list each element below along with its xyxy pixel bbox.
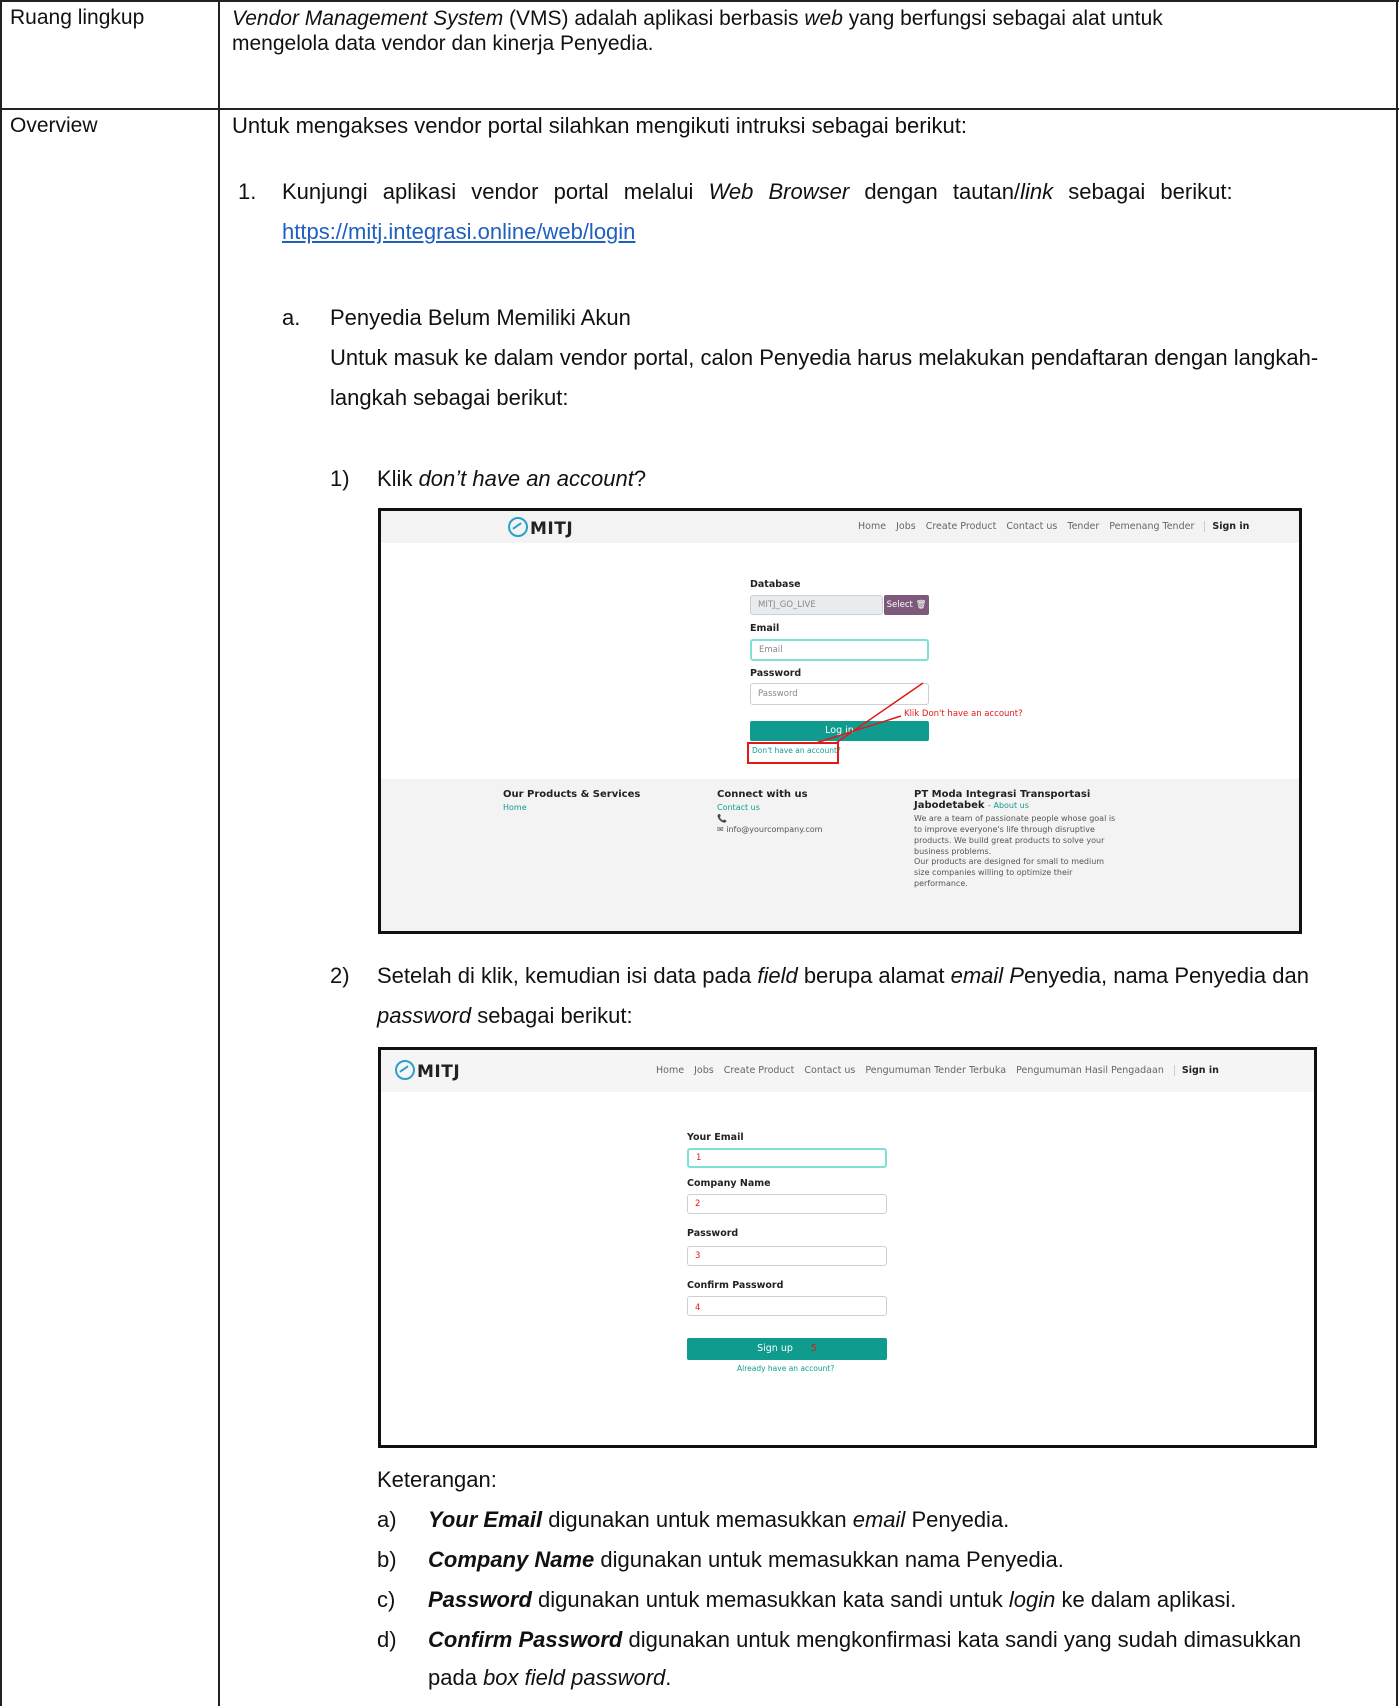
your-email-label: Your Email xyxy=(687,1132,744,1143)
company-name-input[interactable]: 2 xyxy=(687,1194,887,1214)
step1-text: Kunjungi aplikasi vendor portal melalui … xyxy=(282,179,1233,204)
confirm-password-label: Confirm Password xyxy=(687,1280,784,1291)
phone-icon: 📞 xyxy=(717,814,727,823)
overview-intro: Untuk mengakses vendor portal silahkan m… xyxy=(232,113,967,138)
about-us-link[interactable]: - About us xyxy=(988,801,1029,810)
keterangan-d-letter: d) xyxy=(377,1627,397,1652)
table-column-divider xyxy=(218,0,220,1706)
footer-products-text: Our products are designed for small to m… xyxy=(914,857,1105,888)
already-have-account-link[interactable]: Already have an account? xyxy=(737,1364,834,1373)
nav2-create-product[interactable]: Create Product xyxy=(724,1065,795,1076)
keterangan-d-text: Confirm Password digunakan untuk mengkon… xyxy=(428,1627,1302,1652)
nav2-hasil-pengadaan[interactable]: Pengumuman Hasil Pengadaan xyxy=(1016,1065,1164,1076)
keterangan-a-letter: a) xyxy=(377,1507,397,1532)
substep2-number: 2) xyxy=(330,963,350,988)
keterangan-c-text: Password digunakan untuk memasukkan kata… xyxy=(428,1587,1237,1612)
keterangan-b-letter: b) xyxy=(377,1547,397,1572)
footer-contact-link[interactable]: Contact us xyxy=(717,803,760,812)
substep1-text: Klik don’t have an account? xyxy=(377,466,647,491)
keterangan-title: Keterangan: xyxy=(377,1467,497,1492)
table-left-border xyxy=(0,0,2,1706)
footer-home-link[interactable]: Home xyxy=(503,803,527,812)
company-name-label: Company Name xyxy=(687,1178,771,1189)
substep2-text-line1: Setelah di klik, kemudian isi data pada … xyxy=(377,963,1309,988)
ruang-lingkup-text: Vendor Management System (VMS) adalah ap… xyxy=(232,7,1163,55)
sub-a-letter: a. xyxy=(282,305,301,330)
footer-about-text: We are a team of passionate people whose… xyxy=(914,814,1116,856)
field-number-1: 1 xyxy=(696,1153,702,1163)
sub-a-title: Penyedia Belum Memiliki Akun xyxy=(330,305,631,330)
field-number-5: 5 xyxy=(810,1343,817,1354)
sub-a-desc-line1: Untuk masuk ke dalam vendor portal, calo… xyxy=(330,345,1319,370)
signup-screenshot: MITJ Home Jobs Create Product Contact us… xyxy=(378,1047,1317,1448)
mitj-logo-2: MITJ xyxy=(395,1060,460,1082)
table-right-border xyxy=(1396,0,1398,1706)
keterangan-c-letter: c) xyxy=(377,1587,396,1612)
sub-a-desc-line2: langkah sebagai berikut: xyxy=(330,385,569,410)
footer-email: ✉ info@yourcompany.com xyxy=(717,825,823,834)
mitj-logo-icon-2 xyxy=(395,1060,415,1080)
your-email-input[interactable]: 1 xyxy=(687,1148,887,1168)
nav2-sign-in[interactable]: Sign in xyxy=(1173,1065,1219,1076)
footer-products-title: Our Products & Services xyxy=(503,789,641,800)
signup-navbar: MITJ Home Jobs Create Product Contact us… xyxy=(381,1050,1314,1092)
row-label-ruang-lingkup: Ruang lingkup xyxy=(10,6,145,29)
row-label-overview: Overview xyxy=(10,114,98,137)
field-number-3: 3 xyxy=(695,1251,701,1261)
footer-company-title2: Jabodetabek - About us xyxy=(914,800,1029,811)
confirm-password-input[interactable]: 4 xyxy=(687,1296,887,1316)
footer-company-title: PT Moda Integrasi Transportasi xyxy=(914,789,1091,800)
step1-number: 1. xyxy=(238,179,257,204)
substep2-text-line2: password sebagai berikut: xyxy=(377,1003,633,1028)
nav2-home[interactable]: Home xyxy=(656,1065,684,1076)
vendor-portal-link[interactable]: https://mitj.integrasi.online/web/login xyxy=(282,214,635,250)
keterangan-d-text-line2: pada box field password. xyxy=(428,1665,672,1690)
password-input-2[interactable]: 3 xyxy=(687,1246,887,1266)
keterangan-a-text: Your Email digunakan untuk memasukkan em… xyxy=(428,1507,1010,1532)
login-footer: Our Products & Services Home Connect wit… xyxy=(381,779,1299,931)
keterangan-b-text: Company Name digunakan untuk memasukkan … xyxy=(428,1547,1064,1572)
password-label-2: Password xyxy=(687,1228,739,1239)
nav2-jobs[interactable]: Jobs xyxy=(694,1065,714,1076)
annotation-text: Klik Don't have an account? xyxy=(904,709,1023,719)
signup-nav-links: Home Jobs Create Product Contact us Peng… xyxy=(656,1065,1226,1076)
nav2-contact-us[interactable]: Contact us xyxy=(804,1065,855,1076)
table-top-border xyxy=(0,0,1399,2)
login-screenshot: MITJ Home Jobs Create Product Contact us… xyxy=(378,508,1302,934)
field-number-2: 2 xyxy=(695,1199,701,1209)
field-number-4: 4 xyxy=(695,1303,701,1313)
footer-connect-title: Connect with us xyxy=(717,789,808,800)
substep1-number: 1) xyxy=(330,466,350,491)
sign-up-button[interactable]: Sign up 5 xyxy=(687,1338,887,1360)
nav2-tender-terbuka[interactable]: Pengumuman Tender Terbuka xyxy=(865,1065,1006,1076)
